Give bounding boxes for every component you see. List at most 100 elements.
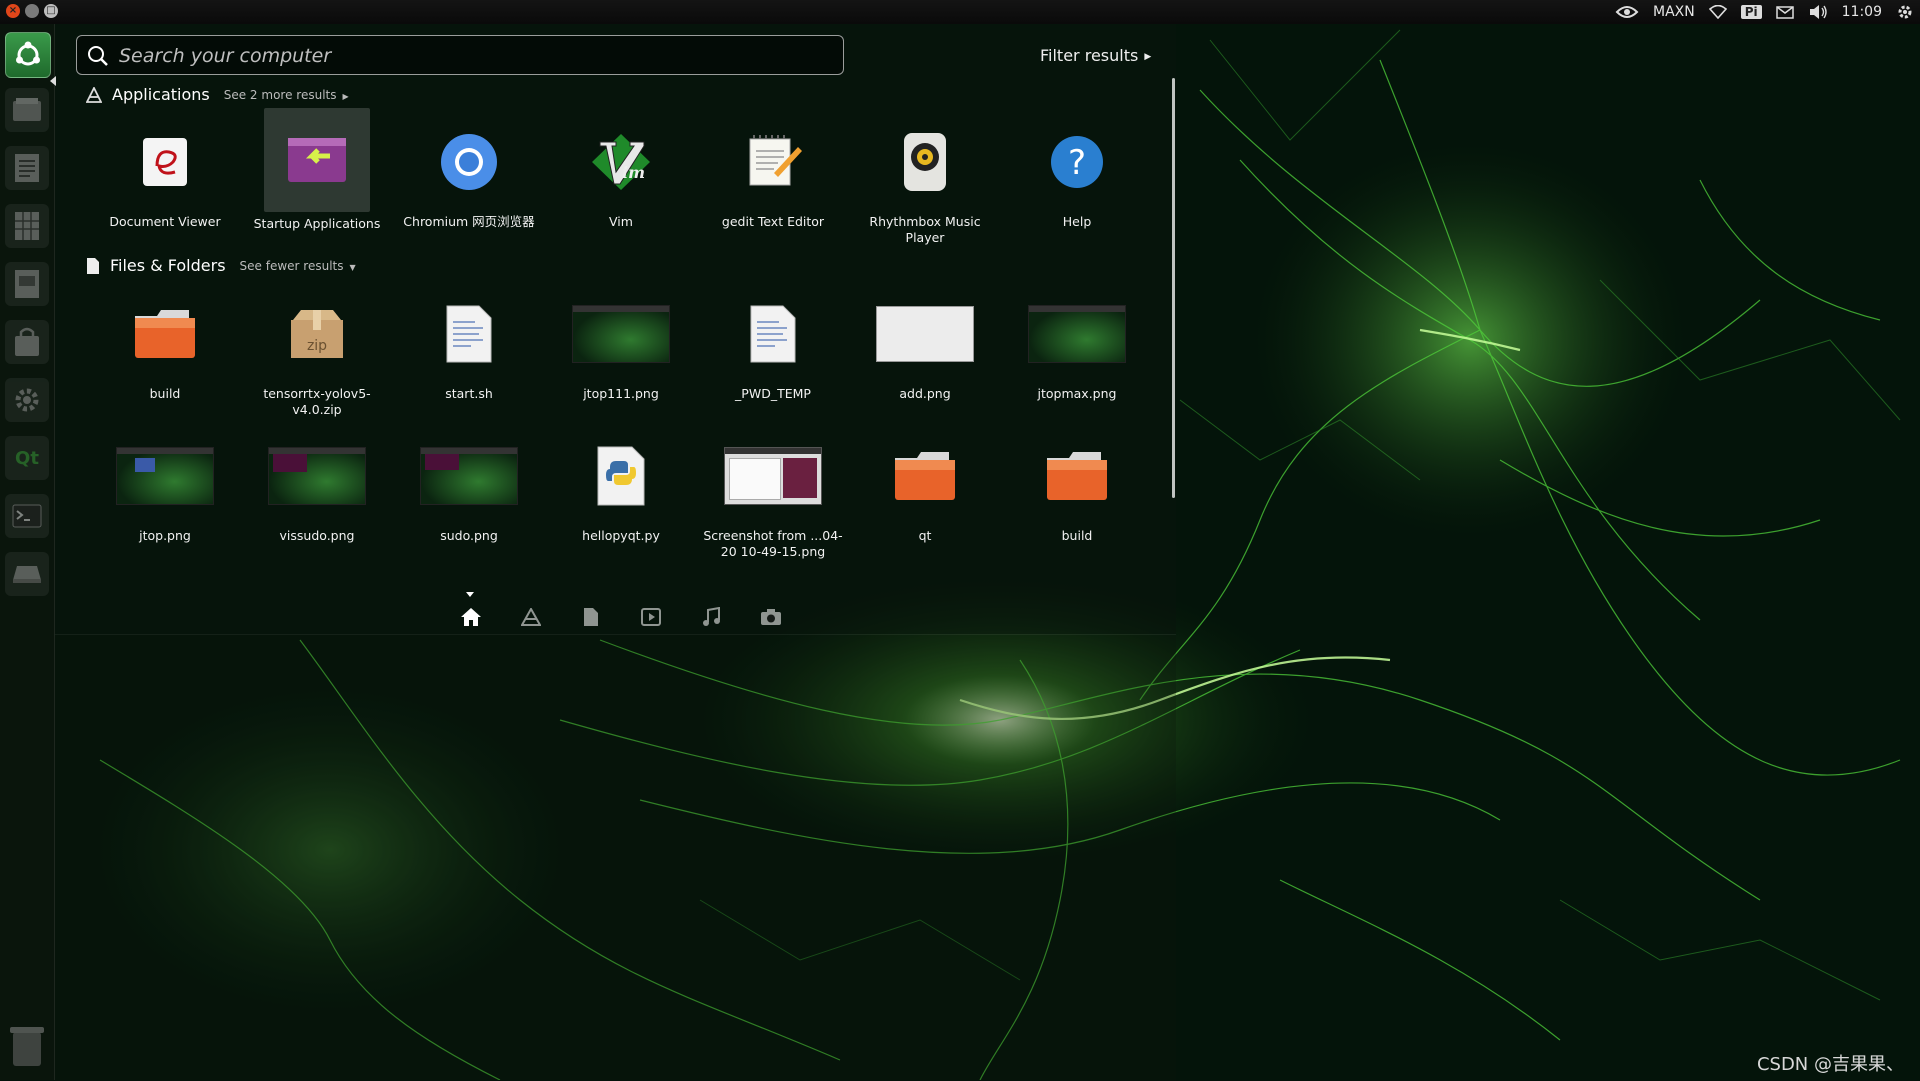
- app-vim[interactable]: im Vim: [546, 114, 696, 230]
- app-label: Chromium 网页浏览器: [403, 214, 535, 229]
- launcher-terminal[interactable]: [5, 494, 49, 538]
- app-startup-applications[interactable]: Startup Applications: [242, 108, 392, 232]
- image-thumbnail: [268, 447, 366, 505]
- search-box[interactable]: [76, 35, 844, 75]
- app-help[interactable]: ? Help: [1002, 114, 1152, 230]
- power-mode-indicator[interactable]: MAXN: [1653, 4, 1695, 20]
- file-label: jtop.png: [139, 528, 191, 543]
- file-label: tensorrtx-yolov5-v4.0.zip: [263, 386, 371, 417]
- text-file-icon: [446, 305, 492, 363]
- file-item-zip[interactable]: zip tensorrtx-yolov5-v4.0.zip: [242, 286, 392, 418]
- file-icon: [584, 608, 598, 626]
- file-item-jtop111[interactable]: jtop111.png: [546, 286, 696, 402]
- launcher-software-center[interactable]: [5, 320, 49, 364]
- home-icon: [461, 608, 481, 626]
- lens-applications-button[interactable]: [518, 604, 544, 630]
- search-icon: [88, 46, 108, 66]
- file-item-pwd-temp[interactable]: _PWD_TEMP: [698, 286, 848, 402]
- video-icon: [641, 608, 661, 626]
- folder-icon: [895, 452, 955, 500]
- image-thumbnail: [116, 447, 214, 505]
- rhythmbox-icon: [904, 133, 946, 191]
- maximize-glyph: □: [46, 5, 56, 16]
- wifi-icon[interactable]: [1708, 5, 1727, 19]
- file-label: jtopmax.png: [1037, 386, 1117, 401]
- ubuntu-logo-icon: [16, 41, 40, 66]
- lens-video-button[interactable]: [638, 604, 664, 630]
- clock[interactable]: 11:09: [1842, 4, 1882, 20]
- applications-title: Applications: [112, 85, 210, 104]
- launcher-writer[interactable]: [5, 146, 49, 190]
- file-item-jtop[interactable]: jtop.png: [90, 428, 240, 544]
- file-label: start.sh: [445, 386, 493, 401]
- lens-files-button[interactable]: [578, 604, 604, 630]
- terminal-icon: [12, 504, 42, 528]
- dash-scrollbar[interactable]: [1172, 78, 1175, 498]
- filter-results-button[interactable]: Filter results ▶: [1040, 46, 1151, 65]
- applications-lens-icon: [86, 86, 102, 103]
- nvidia-icon[interactable]: [1615, 4, 1639, 20]
- app-gedit[interactable]: gedit Text Editor: [698, 114, 848, 230]
- file-item-jtopmax[interactable]: jtopmax.png: [1002, 286, 1152, 402]
- file-item-qt[interactable]: qt: [850, 428, 1000, 544]
- launcher-qt-creator[interactable]: Qt: [5, 436, 49, 480]
- file-item-vissudo[interactable]: vissudo.png: [242, 428, 392, 544]
- search-input[interactable]: [117, 40, 831, 72]
- see-fewer-label: See fewer results: [239, 258, 344, 273]
- file-label: _PWD_TEMP: [735, 386, 811, 401]
- mail-icon[interactable]: [1775, 5, 1794, 19]
- file-item-sudo[interactable]: sudo.png: [394, 428, 544, 544]
- keyboard-layout-indicator[interactable]: Pi: [1740, 5, 1762, 19]
- applications-icon: [521, 608, 541, 626]
- launcher-drive[interactable]: [5, 552, 49, 596]
- indicator-area: MAXN Pi 11:09: [1615, 0, 1914, 24]
- app-rhythmbox[interactable]: Rhythmbox Music Player: [850, 114, 1000, 246]
- trash-icon: [10, 1027, 44, 1066]
- window-maximize-button[interactable]: □: [44, 4, 58, 18]
- gear-icon[interactable]: [1896, 3, 1914, 21]
- image-thumbnail: [420, 447, 518, 505]
- image-thumbnail: [572, 305, 670, 363]
- launcher-calc[interactable]: [5, 204, 49, 248]
- app-chromium[interactable]: Chromium 网页浏览器: [394, 114, 544, 230]
- text-file-icon: [750, 305, 796, 363]
- file-manager-icon: [13, 98, 41, 121]
- file-label: jtop111.png: [583, 386, 659, 401]
- volume-icon[interactable]: [1808, 4, 1828, 20]
- see-more-results-link[interactable]: See 2 more results ▶: [224, 88, 349, 102]
- launcher-impress[interactable]: [5, 262, 49, 306]
- lens-photo-button[interactable]: [758, 604, 784, 630]
- zip-icon: zip: [291, 310, 343, 358]
- file-item-build[interactable]: build: [90, 286, 240, 402]
- window-minimize-button[interactable]: [25, 4, 39, 18]
- folder-icon: [1047, 452, 1107, 500]
- presentation-icon: [15, 270, 39, 298]
- launcher-trash[interactable]: [9, 1024, 45, 1072]
- app-label: Document Viewer: [109, 214, 221, 229]
- launcher-files[interactable]: [5, 88, 49, 132]
- app-label: Help: [1062, 214, 1092, 229]
- chevron-right-icon: ▶: [1144, 52, 1152, 62]
- lens-music-button[interactable]: [698, 604, 724, 630]
- file-item-start-sh[interactable]: start.sh: [394, 286, 544, 402]
- chevron-right-icon: ▶: [342, 91, 349, 101]
- app-document-viewer[interactable]: Document Viewer: [90, 114, 240, 230]
- watermark: CSDN @吉果果、: [1756, 1054, 1904, 1075]
- chevron-down-icon: ▼: [349, 262, 356, 272]
- file-item-build-2[interactable]: build: [1002, 428, 1152, 544]
- file-item-hellopyqt[interactable]: hellopyqt.py: [546, 428, 696, 544]
- dash-lower-area: [54, 634, 1176, 1081]
- lens-bar: [458, 604, 784, 630]
- file-item-add-png[interactable]: add.png: [850, 286, 1000, 402]
- zip-text: zip: [307, 338, 327, 354]
- file-item-screenshot[interactable]: Screenshot from ...04-20 10-49-15.png: [698, 428, 848, 560]
- applications-section-header: Applications See 2 more results ▶: [86, 85, 349, 104]
- launcher-dash-button[interactable]: [5, 32, 51, 78]
- see-fewer-results-link[interactable]: See fewer results ▼: [240, 259, 356, 273]
- window-close-button[interactable]: ×: [6, 4, 20, 18]
- app-label: Startup Applications: [253, 216, 381, 231]
- see-more-label: See 2 more results: [223, 87, 337, 102]
- lens-home-button[interactable]: [458, 604, 484, 630]
- image-thumbnail: [1028, 305, 1126, 363]
- launcher-settings[interactable]: [5, 378, 49, 422]
